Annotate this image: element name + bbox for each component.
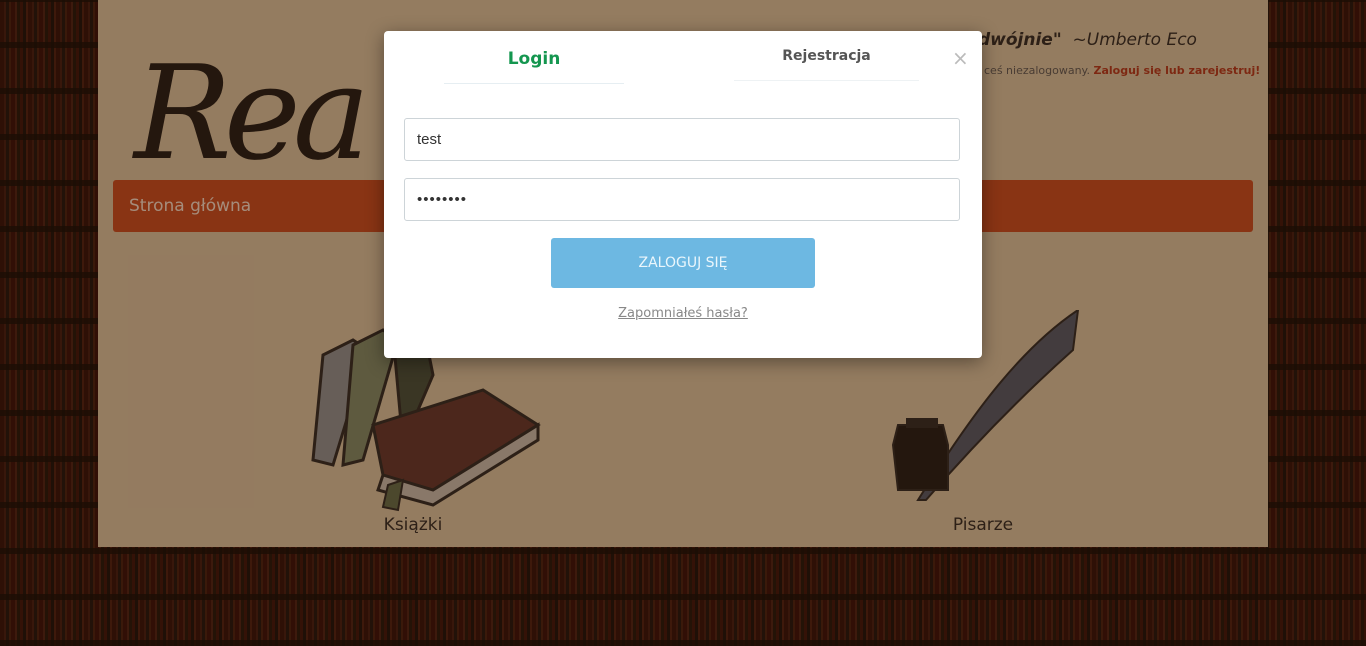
- tab-register[interactable]: Rejestracja: [734, 48, 919, 81]
- tab-login[interactable]: Login: [444, 49, 624, 84]
- modal-tabs: Login Rejestracja: [384, 31, 982, 84]
- password-input[interactable]: [404, 178, 960, 221]
- login-modal: Login Rejestracja × ZALOGUJ SIĘ Zapomnia…: [384, 31, 982, 358]
- close-icon[interactable]: ×: [952, 46, 969, 70]
- login-button[interactable]: ZALOGUJ SIĘ: [551, 238, 815, 288]
- forgot-password-link[interactable]: Zapomniałeś hasła?: [384, 306, 982, 321]
- username-input[interactable]: [404, 118, 960, 161]
